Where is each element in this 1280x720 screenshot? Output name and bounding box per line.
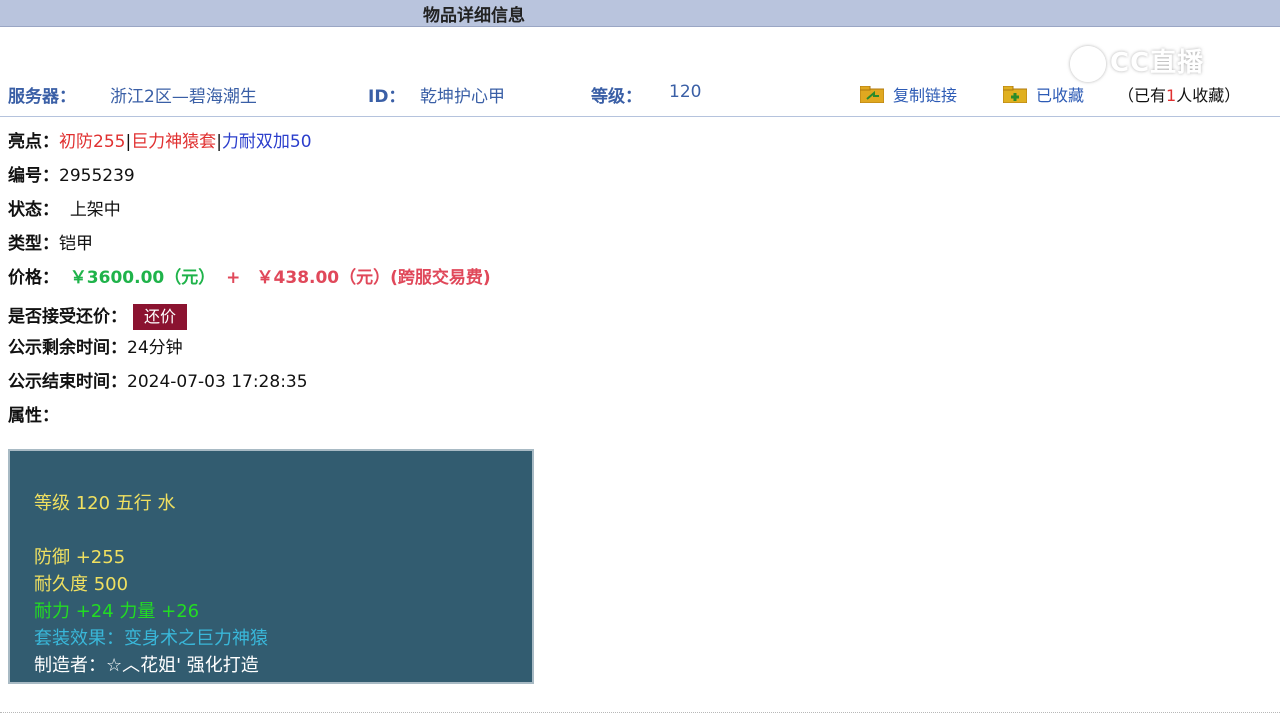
price-row: 价格： ￥3600.00（元） + ￥438.00（元）(跨服交易费) (8, 268, 491, 288)
attr-maker: 制造者：☆︿花姐' 强化打造 (34, 655, 259, 676)
server-label: 服务器： (8, 87, 76, 107)
end-time-row: 公示结束时间：2024-07-03 17:28:35 (8, 372, 308, 392)
counter-offer-row: 是否接受还价： 还价 (8, 302, 188, 332)
favorited-link[interactable]: 已收藏 (1036, 82, 1084, 106)
type-row: 类型：铠甲 (8, 234, 93, 254)
attr-level: 等级 120 五行 水 (34, 493, 176, 514)
attributes-label-row: 属性： (8, 406, 59, 426)
attr-durability: 耐久度 500 (34, 574, 129, 595)
attr-set-effect: 套装效果：变身术之巨力神猿 (34, 628, 268, 649)
favorite-folder-icon[interactable] (1003, 86, 1027, 103)
title-bar: 物品详细信息 (0, 0, 1280, 27)
end-time-value: 2024-07-03 17:28:35 (127, 372, 308, 392)
cc-logo-icon (1070, 45, 1106, 82)
highlights-row: 亮点：初防255|巨力神猿套|力耐双加50 (8, 132, 312, 152)
item-header-row: 服务器： 浙江2区—碧海潮生 ID： 乾坤护心甲 等级： 120 复制链接 已收… (0, 80, 1280, 117)
attributes-panel: 等级 120 五行 水 防御 +255 耐久度 500 耐力 +24 力量 +2… (8, 449, 534, 684)
status-row: 状态： 上架中 (8, 200, 121, 220)
attr-defense: 防御 +255 (34, 547, 126, 568)
watermark: CC直播 (1070, 42, 1204, 82)
highlight-1: 初防255 (59, 132, 126, 152)
number-row: 编号：2955239 (8, 166, 135, 186)
attr-stats: 耐力 +24 力量 +26 (34, 601, 200, 622)
level-value: 120 (669, 82, 702, 102)
copy-link[interactable]: 复制链接 (893, 82, 957, 106)
id-value: 乾坤护心甲 (420, 87, 505, 107)
price-plus: + (226, 268, 241, 288)
highlight-2: 巨力神猿套 (131, 132, 217, 152)
divider (0, 712, 1280, 714)
remaining-row: 公示剩余时间：24分钟 (8, 338, 183, 358)
page-title: 物品详细信息 (423, 6, 525, 26)
watermark-text: CC直播 (1110, 48, 1205, 78)
fee-value: ￥438.00（元）(跨服交易费) (256, 268, 491, 288)
price-value: ￥3600.00（元） (69, 268, 216, 288)
item-number: 2955239 (59, 166, 135, 186)
server-value: 浙江2区—碧海潮生 (110, 87, 257, 107)
type-value: 铠甲 (59, 234, 93, 254)
level-label: 等级： (591, 87, 642, 107)
favorite-count: （已有1人收藏） (1118, 86, 1241, 105)
status-value: 上架中 (69, 200, 121, 220)
highlight-3: 力耐双加50 (221, 132, 312, 152)
copy-link-icon[interactable] (860, 86, 884, 103)
counter-offer-button[interactable]: 还价 (133, 304, 188, 330)
id-label: ID： (368, 87, 406, 107)
remaining-value: 24分钟 (127, 338, 183, 358)
